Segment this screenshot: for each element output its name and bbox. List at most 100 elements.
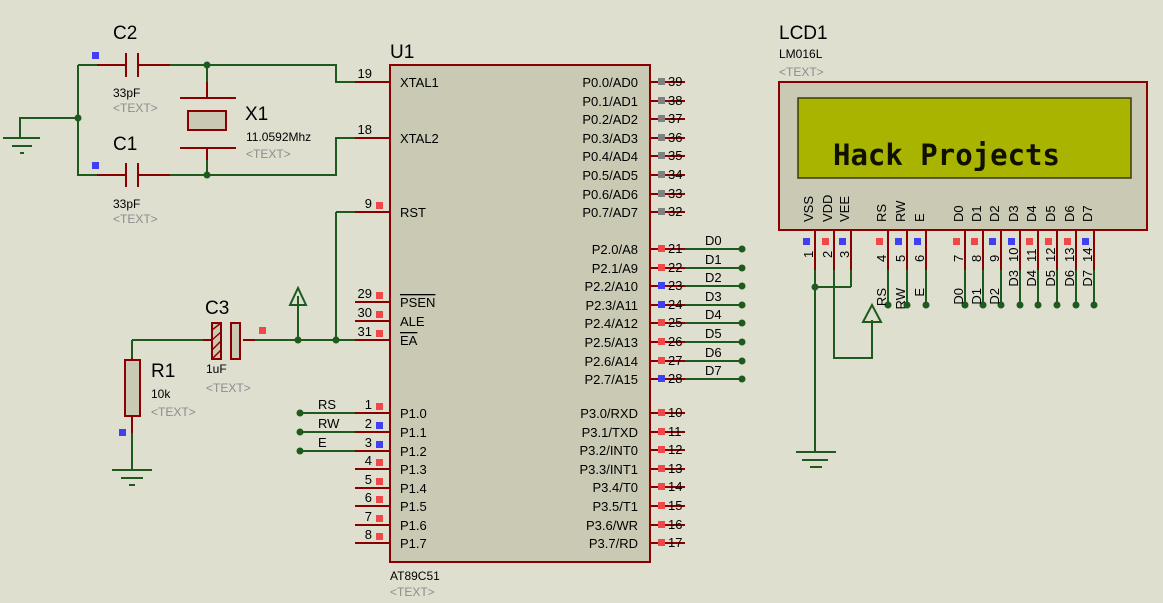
pin-name: P2.2/A10	[585, 279, 639, 294]
c1-ref: C1	[113, 134, 137, 155]
net-label: D3	[705, 289, 722, 304]
u1-pin-34[interactable]: 34 P0.5/AD5	[582, 167, 685, 183]
pin-state-marker	[1008, 238, 1015, 245]
pin-name: P3.7/RD	[589, 536, 638, 551]
lcd-pin-rs[interactable]: RS 4 RS	[874, 204, 892, 309]
resistor-body[interactable]	[124, 359, 141, 417]
pin-number: 29	[358, 286, 372, 301]
pin-number: 11	[668, 424, 682, 439]
pin-name: PSEN	[400, 295, 435, 310]
u1-pin-25[interactable]: 25 P2.4/A12	[585, 315, 686, 331]
pin-state-marker	[989, 238, 996, 245]
pin-name: P1.5	[400, 499, 427, 514]
crystal-body[interactable]	[187, 110, 227, 131]
pin-number: 28	[668, 371, 682, 386]
lcd-pin-d3[interactable]: D3 10 D3	[1006, 205, 1024, 309]
pin-number: 26	[668, 334, 682, 349]
net-label: D7	[1080, 270, 1095, 287]
pin-state-marker	[895, 238, 902, 245]
u1-pin-13[interactable]: 13 P3.3/INT1	[579, 461, 685, 477]
u1-pin-35[interactable]: 35 P0.4/AD4	[582, 148, 685, 164]
pin-number: 6	[912, 255, 927, 262]
pin-number: 38	[668, 93, 682, 108]
u1-pin-24[interactable]: 24 P2.3/A11	[585, 297, 685, 313]
u1-pin-36[interactable]: 36 P0.3/AD3	[582, 130, 685, 146]
u1-pin-39[interactable]: 39 P0.0/AD0	[582, 74, 685, 90]
pin-number: 34	[668, 167, 682, 182]
net-label: D5	[1043, 270, 1058, 287]
pin-state-marker	[658, 152, 665, 159]
pin-number: 14	[1080, 248, 1095, 262]
pin-number: 5	[893, 255, 908, 262]
pin-state-marker	[658, 521, 665, 528]
lcd-pin-d0[interactable]: D0 7 D0	[951, 205, 969, 309]
net-label: D2	[987, 288, 1002, 305]
pin-name: P2.4/A12	[585, 316, 639, 331]
lcd-pin-d1[interactable]: D1 8 D1	[969, 205, 987, 309]
lcd-pin-d2[interactable]: D2 9 D2	[987, 205, 1005, 309]
u1-pin-38[interactable]: 38 P0.1/AD1	[582, 93, 685, 109]
pin-name: P2.7/A15	[585, 372, 639, 387]
lcd-text: <TEXT>	[779, 65, 824, 79]
u1-pin-11[interactable]: 11 P3.1/TXD	[582, 424, 685, 440]
lcd-pin-d6[interactable]: D6 13 D6	[1062, 205, 1080, 309]
pin-state-marker	[376, 478, 383, 485]
pin-name: VEE	[837, 196, 852, 222]
pin-number: 10	[1006, 248, 1021, 262]
pin-state-marker	[658, 78, 665, 85]
pin-state-marker	[658, 134, 665, 141]
u1-pin-10[interactable]: 10 P3.0/RXD	[580, 405, 685, 421]
u1-pin-33[interactable]: 33 P0.6/AD6	[582, 186, 685, 202]
u1-pin-12[interactable]: 12 P3.2/INT0	[579, 442, 685, 458]
lcd-part: LM016L	[779, 47, 823, 61]
pin-number: 4	[365, 453, 372, 468]
u1-pin-27[interactable]: 27 P2.6/A14	[585, 353, 686, 369]
oscillator-circuit: C2 33pF <TEXT> C1 33pF <TEXT> X1 11.0592…	[3, 23, 355, 226]
pin-state-marker	[658, 97, 665, 104]
net-label: D1	[705, 252, 722, 267]
u1-pin-37[interactable]: 37 P0.2/AD2	[582, 111, 685, 127]
lcd-pin-vdd[interactable]: VDD 2	[820, 195, 835, 305]
pin-number: 8	[365, 527, 372, 542]
schematic-canvas[interactable]: C2 33pF <TEXT> C1 33pF <TEXT> X1 11.0592…	[0, 0, 1163, 603]
pin-state-marker	[658, 264, 665, 271]
u1-pin-17[interactable]: 17 P3.7/RD	[589, 535, 685, 551]
pin-name: P0.6/AD6	[582, 187, 638, 202]
u1-pin-32[interactable]: 32 P0.7/AD7	[582, 204, 685, 220]
pin-number: 2	[820, 251, 835, 258]
lcd-pin-d7[interactable]: D7 14 D7	[1080, 205, 1098, 309]
lcd-pin-d5[interactable]: D5 12 D5	[1043, 205, 1061, 309]
pin-number: 9	[987, 255, 1002, 262]
pin-number: 3	[365, 435, 372, 450]
pin-state-marker	[822, 238, 829, 245]
lcd-pin-d4[interactable]: D4 11 D4	[1024, 205, 1042, 309]
lcd-pin-vee[interactable]: VEE 3	[837, 196, 852, 287]
power-icon	[288, 285, 308, 306]
pin-name: E	[912, 213, 927, 222]
pin-number: 25	[668, 315, 682, 330]
u1-pin-16[interactable]: 16 P3.6/WR	[586, 517, 685, 533]
lcd1-display[interactable]: Hack Projects LCD1 LM016L <TEXT> VSS 1 VDD…	[778, 23, 1148, 468]
u1-pin-28[interactable]: 28 P2.7/A15	[585, 371, 686, 387]
pin-state-marker	[658, 282, 665, 289]
u1-pin-26[interactable]: 26 P2.5/A13	[585, 334, 686, 350]
pin-name: P0.3/AD3	[582, 131, 638, 146]
net-label: RS	[318, 397, 336, 412]
pin-name: D0	[951, 205, 966, 222]
lcd-pin-rw[interactable]: RW 5 RW	[893, 200, 911, 310]
u1-microcontroller[interactable]: U1 AT89C51 <TEXT> 19XTAL118XTAL29RST29PS…	[355, 42, 746, 599]
pin-number: 35	[668, 148, 682, 163]
net-label: D4	[1024, 270, 1039, 287]
pin-state-marker	[376, 459, 383, 466]
pin-number: 1	[801, 251, 816, 258]
pin-name: P3.1/TXD	[582, 425, 638, 440]
pin-number: 24	[668, 297, 682, 312]
pin-name: D3	[1006, 205, 1021, 222]
net-label: E	[912, 288, 927, 297]
r1-ref: R1	[151, 361, 175, 382]
pin-name: D1	[969, 205, 984, 222]
pin-state-marker	[376, 496, 383, 503]
pin-name: P0.0/AD0	[582, 75, 638, 90]
u1-pin-23[interactable]: 23 P2.2/A10	[585, 278, 686, 294]
pin-number: 23	[668, 278, 682, 293]
